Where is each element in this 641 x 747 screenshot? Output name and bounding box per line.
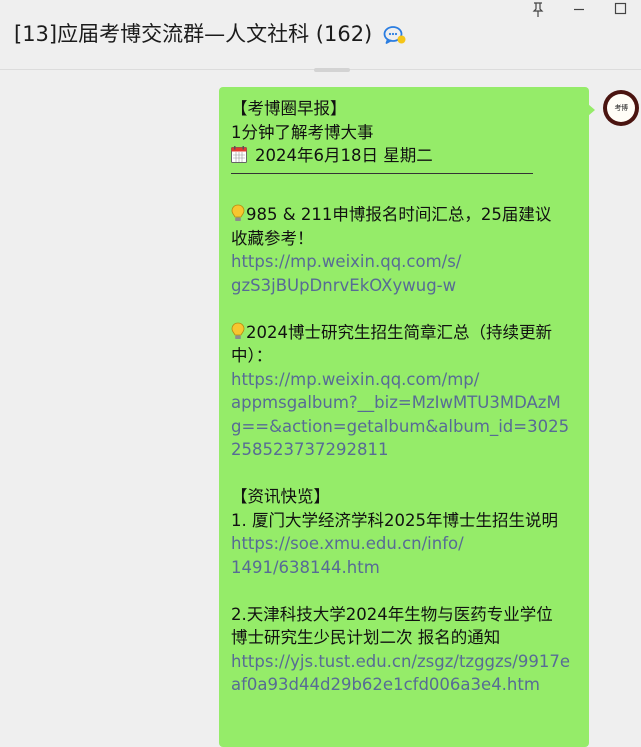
item-1-title-line-1: 985 & 211申博报名时间汇总，25届建议 — [231, 203, 577, 227]
news-1-link-line-1[interactable]: https://soe.xmu.edu.cn/info/ — [231, 532, 577, 556]
message-subheading: 1分钟了解考博大事 — [231, 122, 374, 142]
bubble-tail — [588, 104, 595, 116]
item-2: 2024博士研究生招生简章汇总（持续更新 中）： https://mp.weix… — [231, 321, 577, 462]
item-1-link-line-1[interactable]: https://mp.weixin.qq.com/s/ — [231, 250, 577, 274]
chat-bubbles-icon[interactable] — [383, 24, 407, 46]
message-bubble[interactable]: 【考博圈早报】 1分钟了解考博大事 2024年6月18日 星期二 985 & 2… — [219, 87, 589, 747]
news-2-title-line-1: 2.天津科技大学2024年生物与医药专业学位 — [231, 604, 553, 624]
item-2-title-line-2: 中）： — [231, 346, 273, 365]
news-heading: 【资讯快览】 — [231, 487, 330, 506]
news-item-1: 1. 厦门大学经济学科2025年博士生招生说明 https://soe.xmu.… — [231, 509, 577, 580]
date-text: 2024年6月18日 星期二 — [255, 146, 433, 165]
minimize-icon[interactable] — [565, 0, 593, 20]
item-2-link-line-2[interactable]: appmsgalbum?__biz=MzIwMTU3MDAzM — [231, 391, 577, 415]
news-2-link-line-1[interactable]: https://yjs.tust.edu.cn/zsgz/tzggzs/9917… — [231, 650, 577, 674]
news-2-title-line-2: 博士研究生少民计划二次 报名的通知 — [231, 628, 501, 647]
maximize-icon[interactable] — [606, 0, 634, 20]
lightbulb-icon — [231, 322, 245, 341]
item-2-link-line-1[interactable]: https://mp.weixin.qq.com/mp/ — [231, 368, 577, 392]
news-2-link-line-2[interactable]: af0a93d44d29b62e1cfd006a3e4.htm — [231, 673, 577, 697]
news-1-title: 1. 厦门大学经济学科2025年博士生招生说明 — [231, 510, 558, 530]
item-2-link-line-4[interactable]: 258523737292811 — [231, 438, 577, 462]
chat-title-bar: [13]应届考博交流群—人文社科 (162) — [14, 18, 407, 48]
calendar-icon — [231, 146, 247, 163]
window-header: [13]应届考博交流群—人文社科 (162) — [0, 0, 641, 70]
item-1: 985 & 211申博报名时间汇总，25届建议 收藏参考！ https://mp… — [231, 203, 577, 297]
item-1-link-line-2[interactable]: gzS3jBUpDnrvEkOXywug-w — [231, 274, 577, 298]
pin-icon[interactable] — [524, 0, 552, 20]
lightbulb-icon — [231, 204, 245, 223]
avatar-seal: 考博 — [607, 94, 635, 122]
news-item-2: 2.天津科技大学2024年生物与医药专业学位 博士研究生少民计划二次 报名的通知… — [231, 603, 577, 697]
chat-title: [13]应届考博交流群—人文社科 (162) — [14, 22, 373, 46]
date-line: 2024年6月18日 星期二 — [231, 144, 577, 168]
divider — [231, 172, 533, 174]
sender-avatar[interactable]: 考博 — [603, 90, 639, 126]
news-1-link-line-2[interactable]: 1491/638144.htm — [231, 556, 577, 580]
item-2-title-line-1: 2024博士研究生招生简章汇总（持续更新 — [231, 321, 577, 345]
scrollbar-thumb[interactable] — [314, 68, 350, 72]
item-2-link-line-3[interactable]: g==&action=getalbum&album_id=3025 — [231, 415, 577, 439]
item-1-title-line-2: 收藏参考！ — [231, 228, 314, 248]
message-heading: 【考博圈早报】 — [231, 99, 347, 118]
